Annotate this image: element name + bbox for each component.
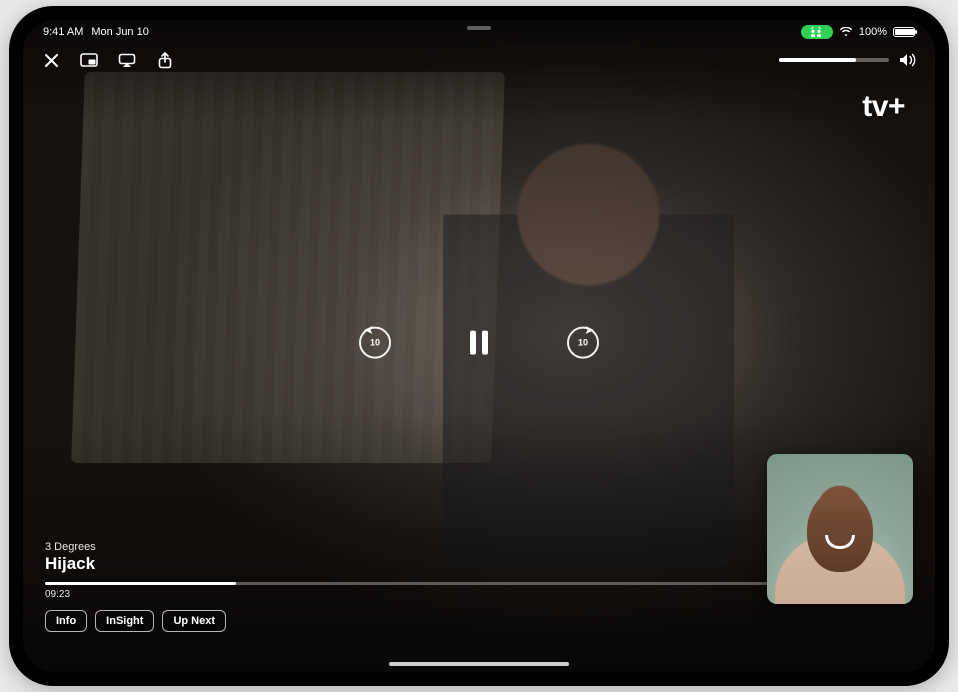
- shareplay-icon: [809, 27, 823, 37]
- picture-in-picture-button[interactable]: [79, 50, 99, 70]
- skip-forward-arrow-icon: ➤: [585, 326, 594, 337]
- home-indicator[interactable]: [389, 662, 569, 666]
- status-time: 9:41 AM: [43, 26, 83, 38]
- skip-forward-value: 10: [578, 338, 588, 348]
- insight-button[interactable]: InSight: [95, 610, 154, 632]
- up-next-button[interactable]: Up Next: [162, 610, 226, 632]
- facetime-pip[interactable]: [767, 454, 913, 604]
- pause-button[interactable]: [458, 322, 500, 364]
- ipad-device-frame: 9:41 AM Mon Jun 10 100%: [9, 6, 949, 686]
- screen: 9:41 AM Mon Jun 10 100%: [23, 20, 935, 672]
- appletv-brand: tv+: [858, 90, 905, 124]
- skip-back-value: 10: [370, 338, 380, 348]
- multitask-pill[interactable]: [467, 26, 491, 30]
- skip-back-10-button[interactable]: ➤ 10: [356, 324, 394, 362]
- airplay-button[interactable]: [117, 50, 137, 70]
- playback-controls: ➤ 10 ➤ 10: [356, 322, 602, 364]
- status-bar: 9:41 AM Mon Jun 10 100%: [23, 20, 935, 44]
- battery-icon: [893, 27, 915, 37]
- player-top-bar: [41, 50, 917, 70]
- brand-label: tv+: [862, 90, 905, 124]
- shareplay-status-pill[interactable]: [801, 25, 833, 39]
- status-date: Mon Jun 10: [91, 26, 148, 38]
- skip-forward-10-button[interactable]: ➤ 10: [564, 324, 602, 362]
- close-button[interactable]: [41, 50, 61, 70]
- pip-person-face: [807, 490, 873, 572]
- info-chip-row: Info InSight Up Next: [45, 610, 913, 632]
- wifi-icon: [839, 27, 853, 37]
- volume-control[interactable]: [779, 53, 917, 67]
- pause-icon: [470, 331, 488, 355]
- skip-back-arrow-icon: ➤: [364, 326, 373, 337]
- battery-percent: 100%: [859, 26, 887, 38]
- info-button[interactable]: Info: [45, 610, 87, 632]
- share-button[interactable]: [155, 50, 175, 70]
- volume-slider[interactable]: [779, 58, 889, 62]
- volume-icon: [899, 53, 917, 67]
